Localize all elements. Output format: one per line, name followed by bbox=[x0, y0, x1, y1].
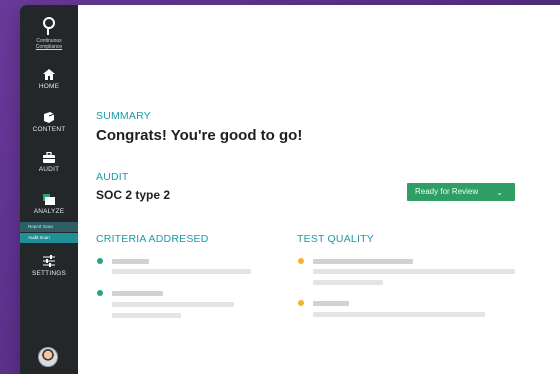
sidebar-item-label: SETTINGS bbox=[31, 270, 67, 277]
sidebar-item-audit[interactable]: AUDIT bbox=[20, 152, 78, 173]
placeholder-line bbox=[313, 259, 413, 264]
sidebar-item-label: AUDIT bbox=[38, 166, 60, 173]
placeholder-line bbox=[112, 269, 251, 274]
summary-label: SUMMARY bbox=[96, 110, 151, 122]
main-content: SUMMARY Congrats! You're good to go! AUD… bbox=[78, 5, 560, 374]
warning-icon bbox=[298, 300, 304, 306]
status-label: Ready for Review bbox=[415, 187, 479, 196]
summary-title: Congrats! You're good to go! bbox=[96, 127, 303, 144]
sidebar-subitem-report-scan[interactable]: Report Scan bbox=[20, 222, 78, 232]
content-icon bbox=[44, 112, 55, 123]
placeholder-line bbox=[112, 302, 234, 307]
settings-sliders-icon bbox=[43, 255, 55, 267]
analyze-icon bbox=[43, 194, 55, 205]
chevron-down-icon: ⌄ bbox=[496, 188, 503, 197]
placeholder-line bbox=[112, 291, 163, 296]
sidebar-item-label: CONTENT bbox=[32, 126, 66, 133]
placeholder-line bbox=[112, 313, 181, 318]
placeholder-line bbox=[313, 269, 515, 274]
warning-icon bbox=[298, 258, 304, 264]
briefcase-icon bbox=[43, 152, 55, 163]
logo-icon bbox=[42, 17, 56, 35]
sidebar-item-settings[interactable]: SETTINGS bbox=[20, 255, 78, 277]
sidebar-item-content[interactable]: CONTENT bbox=[20, 112, 78, 133]
placeholder-line bbox=[313, 280, 383, 285]
placeholder-line bbox=[112, 259, 149, 264]
sidebar-item-label: ANALYZE bbox=[33, 208, 65, 215]
logo[interactable]: Continuous Compliance bbox=[20, 17, 78, 50]
audit-label: AUDIT bbox=[96, 171, 129, 183]
sidebar: Continuous Compliance HOME CONTENT AUDIT bbox=[20, 5, 78, 374]
avatar[interactable] bbox=[38, 347, 58, 367]
logo-text-compliance: Compliance bbox=[35, 44, 63, 50]
check-icon bbox=[97, 258, 103, 264]
check-icon bbox=[97, 290, 103, 296]
app-window: Continuous Compliance HOME CONTENT AUDIT bbox=[20, 5, 560, 374]
sidebar-item-home[interactable]: HOME bbox=[20, 69, 78, 90]
placeholder-line bbox=[313, 312, 485, 317]
criteria-label: CRITERIA ADDRESED bbox=[96, 233, 209, 245]
test-quality-label: TEST QUALITY bbox=[297, 233, 374, 245]
placeholder-line bbox=[313, 301, 349, 306]
status-dropdown[interactable]: Ready for Review ⌄ bbox=[407, 183, 515, 201]
audit-name: SOC 2 type 2 bbox=[96, 188, 171, 202]
sidebar-item-label: HOME bbox=[38, 83, 60, 90]
home-icon bbox=[43, 69, 55, 80]
sidebar-subitem-audit-scan[interactable]: Audit Scan bbox=[20, 233, 78, 243]
sidebar-item-analyze[interactable]: ANALYZE bbox=[20, 194, 78, 215]
